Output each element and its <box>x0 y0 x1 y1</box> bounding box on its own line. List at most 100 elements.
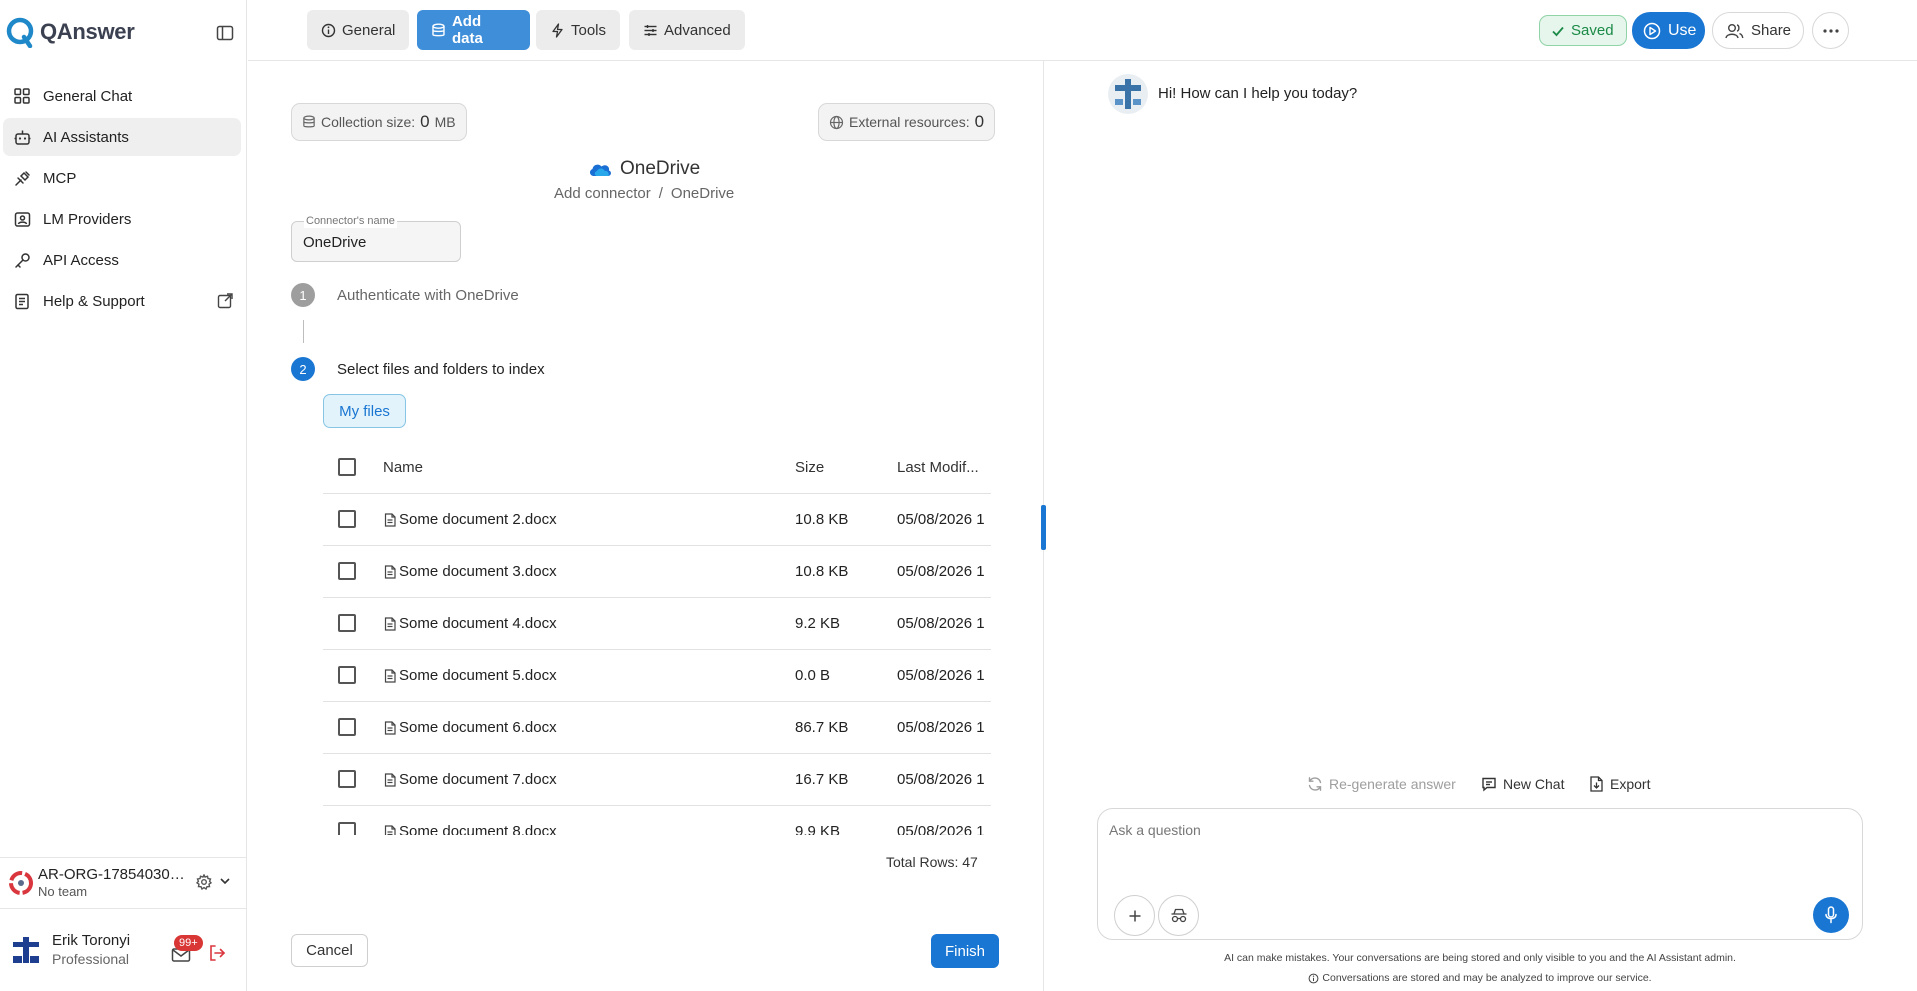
finish-button[interactable]: Finish <box>931 934 999 968</box>
collection-size-unit: MB <box>434 114 456 130</box>
row-checkbox[interactable] <box>338 770 356 788</box>
qanswer-logo-icon <box>6 17 34 48</box>
my-files-chip[interactable]: My files <box>323 394 406 428</box>
sidebar-item-lm-providers[interactable]: LM Providers <box>3 200 241 238</box>
table-row[interactable]: Some document 3.docx 10.8 KB 05/08/2026 … <box>323 546 991 598</box>
use-label: Use <box>1668 21 1697 39</box>
column-header-name[interactable]: Name <box>383 459 423 476</box>
assistant-avatar <box>1108 74 1148 114</box>
file-size: 86.7 KB <box>795 719 849 736</box>
file-icon <box>384 772 396 787</box>
grid-icon <box>13 87 31 105</box>
file-name: Some document 6.docx <box>399 719 557 736</box>
panel-resize-handle[interactable] <box>1041 505 1046 550</box>
chat-input[interactable] <box>1109 822 1849 862</box>
table-row[interactable]: Some document 2.docx 10.8 KB 05/08/2026 … <box>323 494 991 546</box>
table-row[interactable]: Some document 4.docx 9.2 KB 05/08/2026 1 <box>323 598 991 650</box>
external-link-icon <box>217 293 233 309</box>
cancel-button[interactable]: Cancel <box>291 934 368 967</box>
row-checkbox[interactable] <box>338 614 356 632</box>
row-checkbox[interactable] <box>338 510 356 528</box>
table-row[interactable]: Some document 8.docx 9.9 KB 05/08/2026 1 <box>323 806 991 835</box>
sidebar-item-label: API Access <box>43 251 119 269</box>
saved-label: Saved <box>1571 22 1614 39</box>
row-checkbox[interactable] <box>338 718 356 736</box>
tab-general[interactable]: General <box>307 10 410 50</box>
table-row[interactable]: Some document 5.docx 0.0 B 05/08/2026 1 <box>323 650 991 702</box>
database-icon <box>303 115 315 128</box>
microphone-button[interactable] <box>1813 897 1849 933</box>
column-header-size[interactable]: Size <box>795 459 824 476</box>
organization-logo-icon <box>9 870 33 895</box>
sidebar-item-ai-assistants[interactable]: AI Assistants <box>3 118 241 156</box>
brand-logo[interactable]: QAnswer <box>6 14 135 50</box>
row-checkbox[interactable] <box>338 666 356 684</box>
chat-bubble-icon <box>1482 777 1496 792</box>
export-file-icon <box>1590 776 1603 792</box>
file-size: 0.0 B <box>795 667 831 684</box>
table-row[interactable]: Some document 7.docx 16.7 KB 05/08/2026 … <box>323 754 991 806</box>
sidebar-item-label: LM Providers <box>43 210 132 228</box>
tab-add-data[interactable]: Add data <box>417 10 530 50</box>
organization-name: AR-ORG-178540307... <box>38 865 190 883</box>
external-resources-value: 0 <box>974 112 985 131</box>
select-all-checkbox[interactable] <box>338 458 356 476</box>
sidebar-toggle-button[interactable] <box>214 22 236 44</box>
new-chat-label: New Chat <box>1503 776 1565 792</box>
column-header-last-modified[interactable]: Last Modif... <box>897 459 979 476</box>
export-label: Export <box>1610 776 1651 792</box>
sidebar-item-label: AI Assistants <box>43 128 129 146</box>
microphone-icon <box>1825 906 1837 924</box>
gear-icon[interactable] <box>196 874 212 890</box>
file-name: Some document 5.docx <box>399 667 557 684</box>
total-rows: Total Rows: 47 <box>886 854 978 870</box>
user-plan: Professional <box>52 951 130 967</box>
file-name-cell: Some document 7.docx <box>384 771 557 788</box>
chevron-down-icon[interactable] <box>219 875 231 887</box>
tab-label: Tools <box>571 21 607 39</box>
regenerate-label: Re-generate answer <box>1329 776 1456 792</box>
incognito-button[interactable] <box>1158 895 1199 936</box>
file-modified: 05/08/2026 1 <box>897 771 985 788</box>
ellipsis-icon <box>1822 28 1839 33</box>
file-name: Some document 8.docx <box>399 823 557 835</box>
share-label: Share <box>1751 22 1792 39</box>
export-button[interactable]: Export <box>1589 776 1650 792</box>
regenerate-answer-button[interactable]: Re-generate answer <box>1307 776 1456 792</box>
more-options-button[interactable] <box>1812 12 1849 49</box>
breadcrumb-add-connector[interactable]: Add connector <box>554 185 651 202</box>
step-1-label: Authenticate with OneDrive <box>337 287 519 304</box>
sidebar-item-mcp[interactable]: MCP <box>3 159 241 197</box>
tab-advanced[interactable]: Advanced <box>629 10 745 50</box>
connector-name-field: Connector's name <box>291 214 461 262</box>
tab-label: Add data <box>451 13 483 47</box>
logout-icon[interactable] <box>207 943 227 963</box>
sidebar-item-api-access[interactable]: API Access <box>3 241 241 279</box>
file-name-cell: Some document 5.docx <box>384 667 557 684</box>
key-icon <box>13 251 31 269</box>
robot-icon <box>13 128 31 146</box>
new-chat-button[interactable]: New Chat <box>1481 776 1564 792</box>
info-icon <box>321 23 336 37</box>
use-button[interactable]: Use <box>1632 12 1705 49</box>
organization-switcher[interactable]: AR-ORG-178540307... No team <box>0 857 247 907</box>
connector-name-input[interactable] <box>303 234 453 251</box>
add-attachment-button[interactable] <box>1114 895 1155 936</box>
brand-name: QAnswer <box>40 19 135 44</box>
sidebar-item-label: MCP <box>43 169 77 187</box>
user-profile[interactable]: Erik Toronyi Professional 99+ <box>0 908 247 991</box>
chat-input-box <box>1097 808 1863 940</box>
check-icon <box>1552 26 1564 36</box>
row-checkbox[interactable] <box>338 562 356 580</box>
lightning-icon <box>552 22 563 38</box>
step-2-label: Select files and folders to index <box>337 361 545 378</box>
row-checkbox[interactable] <box>338 822 356 835</box>
file-icon <box>384 564 396 579</box>
table-row[interactable]: Some document 6.docx 86.7 KB 05/08/2026 … <box>323 702 991 754</box>
files-table: Name Size Last Modif... Some document 2.… <box>323 442 991 835</box>
sidebar-item-help-support[interactable]: Help & Support <box>3 282 241 320</box>
share-button[interactable]: Share <box>1712 12 1804 49</box>
avatar <box>8 932 44 968</box>
tab-tools[interactable]: Tools <box>536 10 621 50</box>
sidebar-item-general-chat[interactable]: General Chat <box>3 77 241 115</box>
